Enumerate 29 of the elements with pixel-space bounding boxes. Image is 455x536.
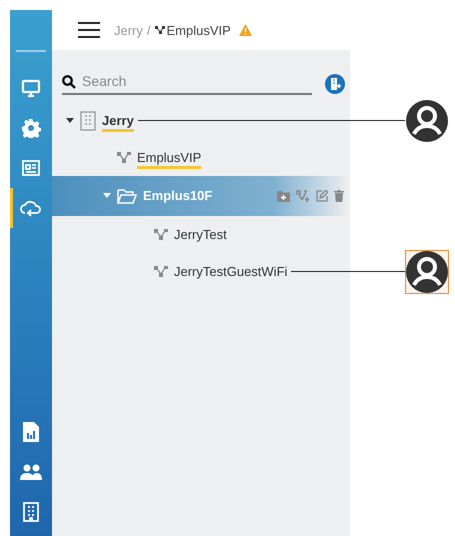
search-field[interactable]: Search — [62, 73, 312, 95]
network-icon — [154, 26, 165, 34]
menu-icon[interactable] — [78, 22, 100, 38]
network-icon — [154, 229, 168, 240]
building-icon — [80, 110, 96, 130]
add-network-icon[interactable] — [296, 190, 310, 202]
user-avatar-icon — [406, 100, 448, 142]
cloud-icon[interactable] — [20, 198, 42, 218]
monitor-icon[interactable] — [21, 78, 41, 98]
trash-icon[interactable] — [334, 190, 344, 202]
report-icon[interactable] — [22, 422, 40, 442]
search-icon — [62, 75, 76, 89]
tree-item-label[interactable]: JerryTestGuestWiFi — [174, 264, 288, 282]
settings-icon[interactable] — [21, 118, 41, 138]
add-building-icon[interactable] — [325, 74, 345, 94]
caret-icon[interactable] — [66, 118, 74, 124]
tree-item-label[interactable]: Jerry — [102, 112, 134, 132]
add-folder-icon[interactable] — [277, 190, 290, 202]
edit-icon[interactable] — [316, 190, 328, 202]
tree-item-label[interactable]: EmplusVIP — [137, 150, 202, 168]
building-icon[interactable] — [22, 502, 40, 522]
breadcrumb-separator: / — [146, 22, 151, 38]
tree-item-label[interactable]: JerryTest — [174, 226, 227, 246]
users-icon[interactable] — [20, 464, 42, 480]
breadcrumb-current: EmplusVIP — [166, 22, 231, 38]
network-icon — [154, 266, 168, 277]
newspaper-icon[interactable] — [21, 158, 41, 178]
folder-icon — [117, 188, 137, 204]
network-icon — [117, 152, 131, 163]
